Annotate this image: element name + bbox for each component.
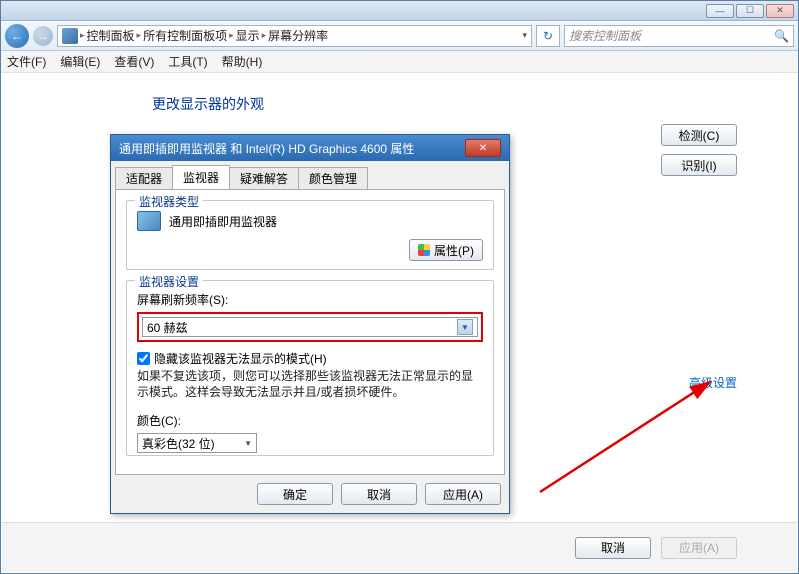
chevron-right-icon: ▸ [262,30,267,41]
breadcrumb-item[interactable]: 控制面板 [87,27,135,44]
menu-view[interactable]: 查看(V) [114,53,154,70]
page-cancel-button[interactable]: 取消 [575,537,651,559]
tab-monitor[interactable]: 监视器 [172,165,230,189]
hide-modes-checkbox[interactable] [137,352,150,365]
dialog-cancel-button[interactable]: 取消 [341,483,417,505]
refresh-button[interactable]: ↻ [536,25,560,47]
group-title: 监视器类型 [135,193,203,210]
dialog-title-text: 通用即插即用监视器 和 Intel(R) HD Graphics 4600 属性 [119,140,414,157]
highlight-annotation: 60 赫兹 ▼ [137,312,483,342]
close-button[interactable]: ✕ [766,4,794,18]
menu-file[interactable]: 文件(F) [7,53,46,70]
chevron-right-icon: ▸ [80,30,85,41]
menu-tools[interactable]: 工具(T) [168,53,207,70]
breadcrumb[interactable]: ▸ 控制面板 ▸ 所有控制面板项 ▸ 显示 ▸ 屏幕分辨率 ▾ [57,25,532,47]
detect-button[interactable]: 检测(C) [661,124,737,146]
identify-button[interactable]: 识别(I) [661,154,737,176]
bottom-button-bar: 取消 应用(A) [2,522,797,572]
navigation-bar: ← → ▸ 控制面板 ▸ 所有控制面板项 ▸ 显示 ▸ 屏幕分辨率 ▾ ↻ 搜索… [1,21,798,51]
dialog-close-button[interactable]: ✕ [465,139,501,157]
breadcrumb-item[interactable]: 所有控制面板项 [143,27,227,44]
breadcrumb-item[interactable]: 屏幕分辨率 [268,27,328,44]
nav-back-button[interactable]: ← [5,24,29,48]
chevron-down-icon[interactable]: ▼ [244,439,252,448]
breadcrumb-item[interactable]: 显示 [236,27,260,44]
monitor-name: 通用即插即用监视器 [169,213,277,230]
dialog-ok-button[interactable]: 确定 [257,483,333,505]
advanced-settings-link[interactable]: 高级设置 [689,374,737,391]
refresh-rate-label: 屏幕刷新频率(S): [137,291,483,308]
search-icon[interactable]: 🔍 [774,29,789,43]
search-placeholder: 搜索控制面板 [569,27,641,44]
monitor-properties-button[interactable]: 属性(P) [409,239,483,261]
side-buttons: 检测(C) 识别(I) [661,124,737,176]
search-input[interactable]: 搜索控制面板 🔍 [564,25,794,47]
hide-modes-description: 如果不复选该项，则您可以选择那些该监视器无法正常显示的显示模式。这样会导致无法显… [137,369,483,400]
chevron-right-icon: ▸ [137,30,142,41]
dialog-titlebar[interactable]: 通用即插即用监视器 和 Intel(R) HD Graphics 4600 属性… [111,135,509,161]
tab-page-monitor: 监视器类型 通用即插即用监视器 属性(P) 监视器设置 屏幕刷新频率(S): 6… [115,189,505,475]
refresh-rate-combo[interactable]: 60 赫兹 ▼ [142,317,478,337]
dialog-button-row: 确定 取消 应用(A) [257,483,501,505]
color-label: 颜色(C): [137,412,483,429]
dialog-apply-button[interactable]: 应用(A) [425,483,501,505]
color-depth-value: 真彩色(32 位) [142,435,215,452]
group-monitor-type: 监视器类型 通用即插即用监视器 属性(P) [126,200,494,270]
nav-forward-button[interactable]: → [33,26,53,46]
properties-button-label: 属性(P) [434,242,474,259]
maximize-button[interactable]: ☐ [736,4,764,18]
menu-edit[interactable]: 编辑(E) [60,53,100,70]
monitor-icon [137,211,161,231]
page-apply-button: 应用(A) [661,537,737,559]
hide-modes-label: 隐藏该监视器无法显示的模式(H) [154,350,327,367]
breadcrumb-icon [62,28,78,44]
titlebar: — ☐ ✕ [1,1,798,21]
menu-bar: 文件(F) 编辑(E) 查看(V) 工具(T) 帮助(H) [1,51,798,73]
minimize-button[interactable]: — [706,4,734,18]
page-title: 更改显示器的外观 [152,94,767,114]
group-monitor-settings: 监视器设置 屏幕刷新频率(S): 60 赫兹 ▼ 隐藏该监视器无法显示的模式(H… [126,280,494,456]
tab-troubleshoot[interactable]: 疑难解答 [229,167,299,189]
refresh-rate-value: 60 赫兹 [147,319,188,336]
color-depth-combo[interactable]: 真彩色(32 位) ▼ [137,433,257,453]
monitor-properties-dialog: 通用即插即用监视器 和 Intel(R) HD Graphics 4600 属性… [110,134,510,514]
chevron-down-icon[interactable]: ▼ [457,319,473,335]
chevron-down-icon[interactable]: ▾ [522,30,527,41]
tab-strip: 适配器 监视器 疑难解答 颜色管理 [111,165,509,189]
chevron-right-icon: ▸ [229,30,234,41]
tab-adapter[interactable]: 适配器 [115,167,173,189]
menu-help[interactable]: 帮助(H) [222,53,263,70]
uac-shield-icon [418,244,430,256]
tab-color[interactable]: 颜色管理 [298,167,368,189]
group-title: 监视器设置 [135,273,203,290]
